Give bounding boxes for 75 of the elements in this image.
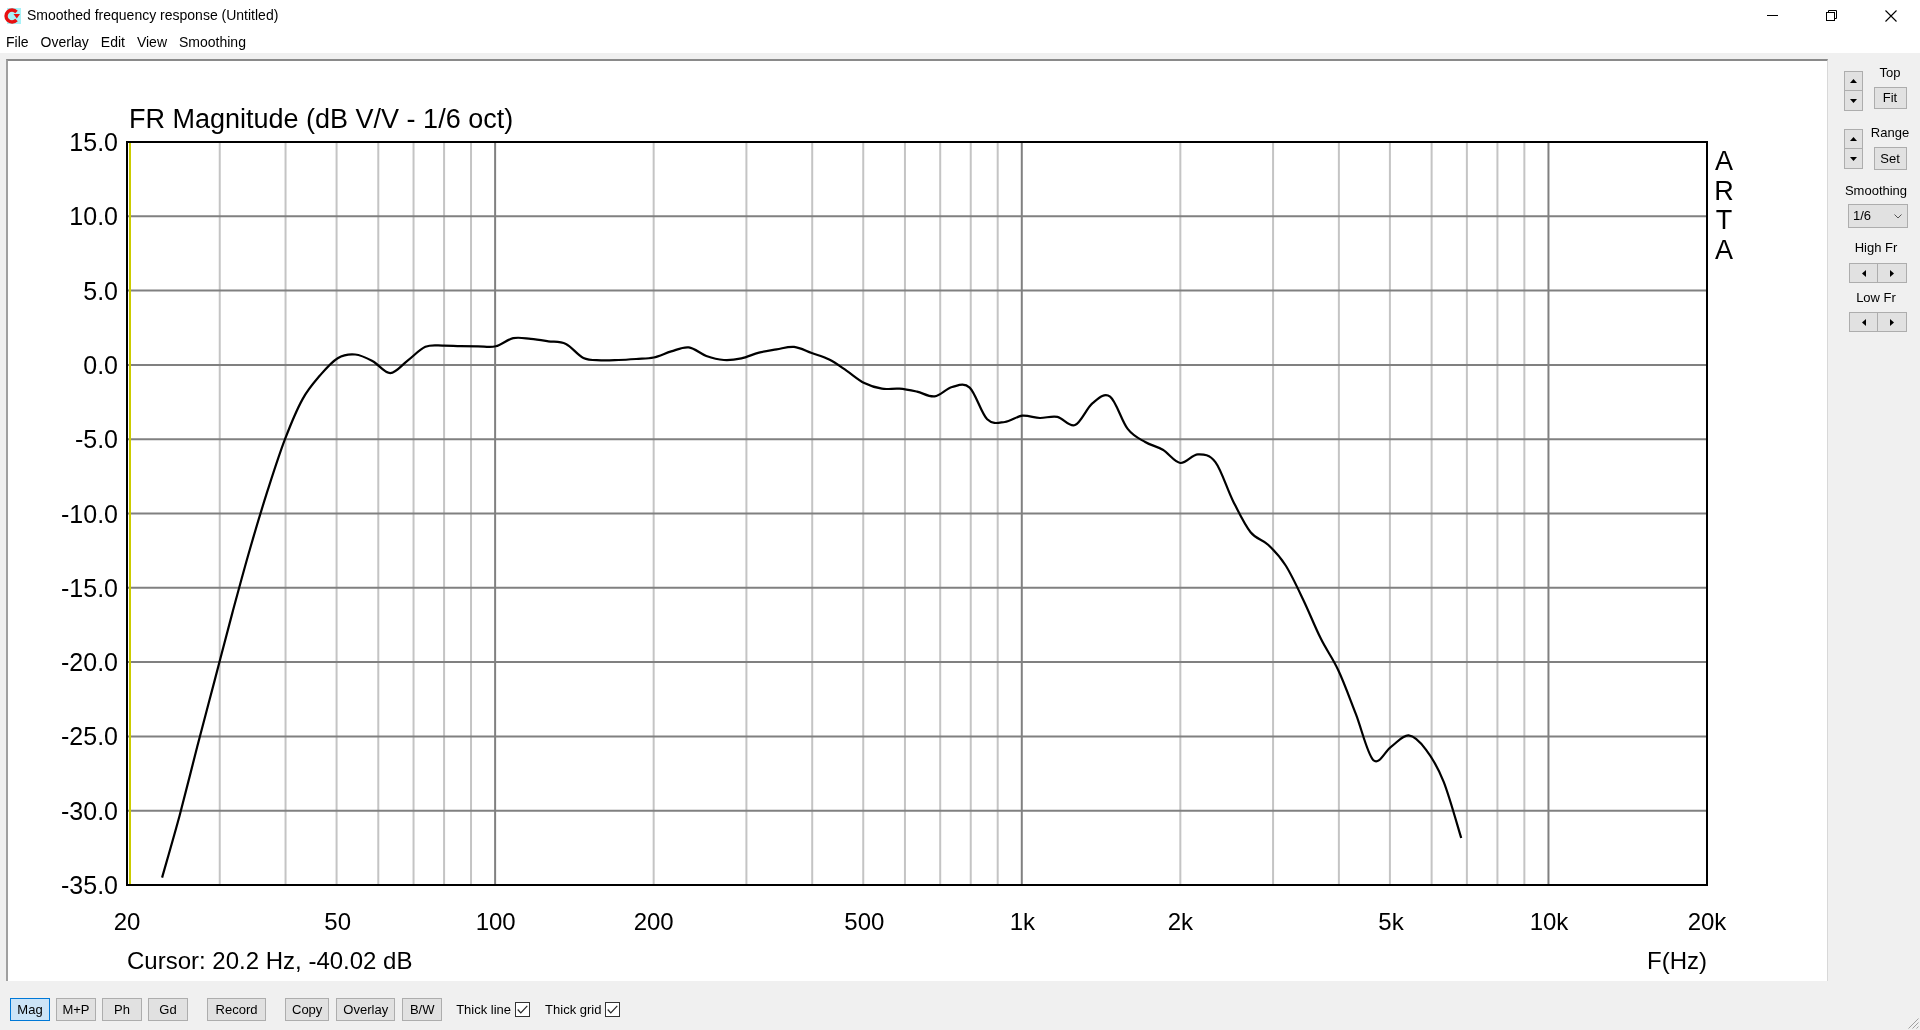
menu-item[interactable]: Edit xyxy=(94,33,131,51)
panel-label: Top xyxy=(1879,65,1901,81)
toolbar-button[interactable]: Copy xyxy=(285,998,330,1021)
y-tick-label: -15.0 xyxy=(61,573,118,602)
down-triangle-icon xyxy=(1850,98,1857,103)
menu-item[interactable]: View xyxy=(130,33,173,51)
menu-item[interactable]: Smoothing xyxy=(173,33,252,51)
toolbar-button[interactable]: B/W xyxy=(402,998,443,1021)
y-tick-label: 15.0 xyxy=(69,128,118,156)
panel-label: Low Fr xyxy=(1856,290,1896,306)
down-triangle-icon xyxy=(1850,156,1857,161)
smoothing-select[interactable]: 1/6 xyxy=(1848,204,1908,228)
y-tick-label: 10.0 xyxy=(69,202,118,231)
menu-item[interactable]: Overlay xyxy=(34,33,95,51)
step-right-button[interactable] xyxy=(1878,263,1907,283)
chart-title: FR Magnitude (dB V/V - 1/6 oct) xyxy=(129,104,514,134)
set-button[interactable]: Set xyxy=(1873,147,1907,170)
x-tick-label: 1k xyxy=(1009,908,1035,935)
right-triangle-icon xyxy=(1890,318,1894,326)
resize-grip-icon xyxy=(1908,1018,1919,1029)
view-tab[interactable]: Ph xyxy=(102,998,142,1021)
panel-label: Range xyxy=(1870,125,1910,141)
view-tab[interactable]: Gd xyxy=(148,998,188,1021)
checkbox-label: Thick grid xyxy=(545,1000,602,1019)
view-tab[interactable]: M+P xyxy=(56,998,96,1021)
spin-down-button[interactable] xyxy=(1844,149,1863,169)
y-tick-label: 5.0 xyxy=(83,276,118,305)
x-tick-label: 100 xyxy=(475,908,516,935)
checkmark-icon xyxy=(607,1005,619,1014)
step-right-button[interactable] xyxy=(1878,312,1907,332)
left-triangle-icon xyxy=(1861,269,1866,277)
x-tick-label: 20k xyxy=(1687,908,1727,935)
checkbox[interactable] xyxy=(515,1002,531,1017)
y-tick-label: -5.0 xyxy=(74,425,118,454)
window-title: Smoothed frequency response (Untitled) xyxy=(27,6,279,25)
up-triangle-icon xyxy=(1850,79,1857,83)
restore-icon xyxy=(1826,10,1837,21)
panel-label: Smoothing xyxy=(1844,183,1908,199)
step-left-button[interactable] xyxy=(1849,263,1878,283)
toolbar-button[interactable]: Overlay xyxy=(336,998,396,1021)
checkmark-icon xyxy=(517,1005,529,1014)
view-tab[interactable]: Mag xyxy=(10,998,50,1021)
y-tick-label: -30.0 xyxy=(61,796,118,825)
menu-item[interactable]: File xyxy=(0,33,35,51)
chevron-down-icon xyxy=(1894,213,1902,219)
y-tick-label: -20.0 xyxy=(61,648,118,677)
spin-up-button[interactable] xyxy=(1844,71,1863,91)
y-tick-label: -25.0 xyxy=(61,722,118,751)
y-tick-label: -10.0 xyxy=(61,499,118,528)
checkbox[interactable] xyxy=(605,1002,621,1017)
left-triangle-icon xyxy=(1861,318,1866,326)
y-tick-label: 0.0 xyxy=(83,350,118,379)
app-logo-icon xyxy=(3,6,21,25)
fit-button[interactable]: Fit xyxy=(1873,87,1907,109)
x-tick-label: 10k xyxy=(1529,908,1569,935)
x-tick-label: 20 xyxy=(113,908,141,935)
x-tick-label: 2k xyxy=(1167,908,1193,935)
spin-down-button[interactable] xyxy=(1844,91,1863,111)
x-tick-label: 500 xyxy=(844,908,885,935)
y-tick-label: -35.0 xyxy=(61,871,118,899)
x-axis-label: F(Hz) xyxy=(1647,947,1707,974)
x-tick-label: 5k xyxy=(1378,908,1404,935)
minimize-icon xyxy=(1767,15,1778,16)
close-icon xyxy=(1884,9,1897,22)
x-tick-label: 200 xyxy=(633,908,674,935)
spin-up-button[interactable] xyxy=(1844,129,1863,149)
vertical-logo-text: ARTA xyxy=(1714,146,1734,265)
cursor-readout: Cursor: 20.2 Hz, -40.02 dB xyxy=(127,947,413,974)
panel-label: High Fr xyxy=(1854,240,1898,256)
step-left-button[interactable] xyxy=(1849,312,1878,332)
up-triangle-icon xyxy=(1850,137,1857,141)
record-button[interactable]: Record xyxy=(207,998,266,1021)
right-triangle-icon xyxy=(1890,269,1894,277)
checkbox-label: Thick line xyxy=(456,1000,512,1019)
x-tick-label: 50 xyxy=(324,908,351,935)
